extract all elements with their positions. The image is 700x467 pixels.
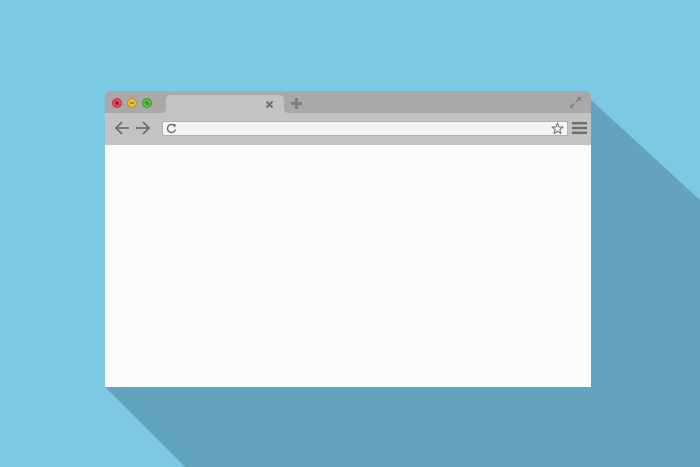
fullscreen-icon[interactable]	[569, 96, 582, 109]
reload-icon[interactable]	[166, 123, 177, 134]
tab-close-icon[interactable]	[265, 100, 274, 109]
expand-icon	[145, 101, 149, 105]
hamburger-menu-icon[interactable]	[572, 121, 587, 135]
toolbar	[105, 113, 591, 145]
close-icon	[115, 101, 119, 105]
star-icon[interactable]	[551, 122, 564, 135]
url-input[interactable]	[181, 122, 546, 135]
minus-icon	[130, 102, 134, 104]
browser-window	[105, 91, 591, 387]
window-maximize-button[interactable]	[142, 98, 152, 108]
title-bar	[105, 91, 591, 113]
window-close-button[interactable]	[112, 98, 122, 108]
window-minimize-button[interactable]	[127, 98, 137, 108]
arrow-left-icon[interactable]	[114, 121, 130, 135]
new-tab-plus-icon[interactable]	[290, 97, 303, 110]
arrow-right-icon[interactable]	[135, 121, 151, 135]
page-content-area[interactable]	[105, 145, 591, 387]
address-bar	[162, 121, 568, 136]
